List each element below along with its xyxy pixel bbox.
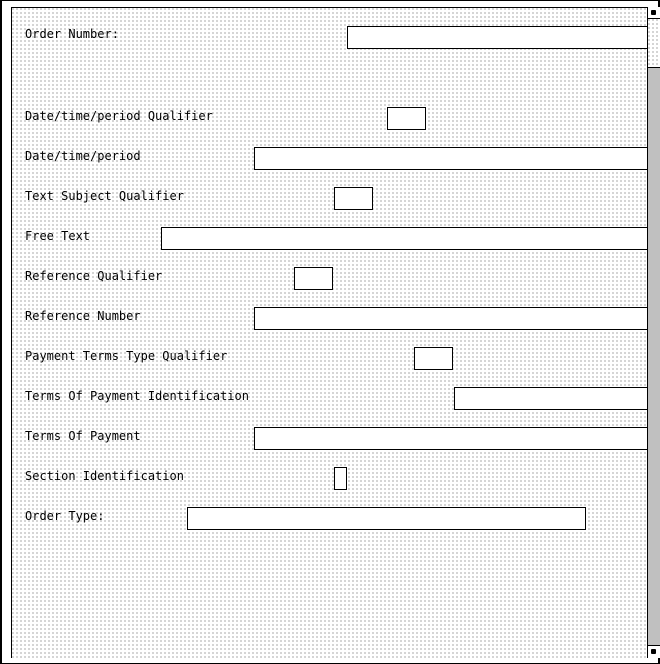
- order-type-label: Order Type:: [25, 509, 105, 523]
- free-text-input[interactable]: [162, 228, 651, 249]
- date-time-period-field[interactable]: [254, 147, 652, 170]
- form-panel: Order Number: Date/time/period Qualifier…: [11, 7, 652, 658]
- scroll-track[interactable]: [648, 19, 660, 657]
- date-time-period-qualifier-input[interactable]: [388, 108, 425, 129]
- order-type-field[interactable]: [187, 507, 586, 530]
- reference-qualifier-input[interactable]: [295, 268, 332, 289]
- order-number-input[interactable]: [348, 27, 651, 48]
- arrow-down-icon: [651, 649, 656, 654]
- reference-qualifier-label: Reference Qualifier: [25, 269, 163, 283]
- scroll-down-button[interactable]: [648, 645, 660, 657]
- payment-terms-type-qualifier-field[interactable]: [414, 347, 453, 370]
- terms-of-payment-identification-field[interactable]: [454, 387, 652, 410]
- reference-number-label: Reference Number: [25, 309, 141, 323]
- terms-of-payment-identification-input[interactable]: [455, 388, 651, 409]
- order-number-label: Order Number:: [25, 27, 119, 41]
- payment-terms-type-qualifier-input[interactable]: [415, 348, 452, 369]
- scroll-thumb[interactable]: [648, 67, 660, 657]
- terms-of-payment-input[interactable]: [255, 428, 651, 449]
- date-time-period-qualifier-label: Date/time/period Qualifier: [25, 109, 213, 123]
- payment-terms-type-qualifier-label: Payment Terms Type Qualifier: [25, 349, 228, 363]
- scroll-up-button[interactable]: [648, 7, 660, 19]
- vertical-scrollbar[interactable]: [647, 7, 660, 658]
- text-subject-qualifier-field[interactable]: [334, 187, 373, 210]
- form-window: Order Number: Date/time/period Qualifier…: [0, 0, 660, 664]
- section-identification-field[interactable]: [334, 467, 347, 490]
- arrow-up-icon: [651, 10, 656, 15]
- terms-of-payment-identification-label: Terms Of Payment Identification: [25, 389, 249, 403]
- text-subject-qualifier-input[interactable]: [335, 188, 372, 209]
- order-number-field[interactable]: [347, 26, 652, 49]
- text-subject-qualifier-label: Text Subject Qualifier: [25, 189, 184, 203]
- date-time-period-qualifier-field[interactable]: [387, 107, 426, 130]
- reference-number-field[interactable]: [254, 307, 652, 330]
- free-text-field[interactable]: [161, 227, 652, 250]
- terms-of-payment-label: Terms Of Payment: [25, 429, 141, 443]
- date-time-period-label: Date/time/period: [25, 149, 141, 163]
- section-identification-input[interactable]: [335, 468, 346, 489]
- reference-qualifier-field[interactable]: [294, 267, 333, 290]
- free-text-label: Free Text: [25, 229, 91, 243]
- date-time-period-input[interactable]: [255, 148, 651, 169]
- order-type-input[interactable]: [188, 508, 585, 529]
- reference-number-input[interactable]: [255, 308, 651, 329]
- terms-of-payment-field[interactable]: [254, 427, 652, 450]
- section-identification-label: Section Identification: [25, 469, 184, 483]
